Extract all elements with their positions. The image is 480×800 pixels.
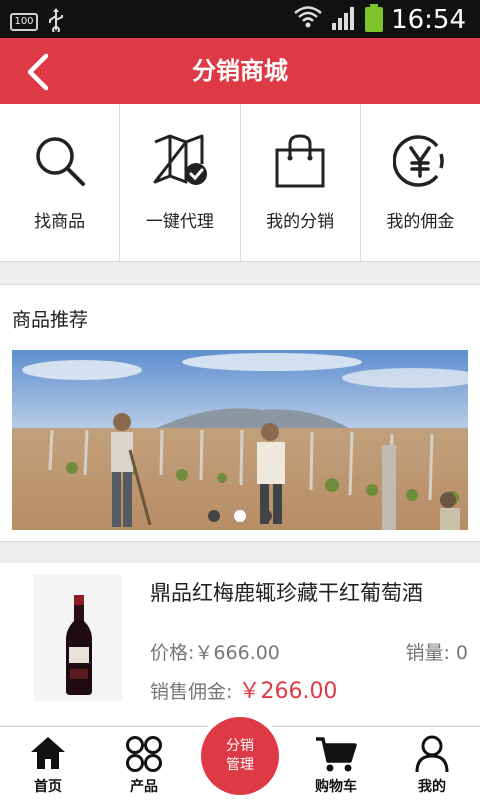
tab-label: 产品 bbox=[130, 779, 158, 795]
wine-bottle-image bbox=[34, 575, 122, 701]
battery-percent-icon: 100 bbox=[10, 13, 38, 31]
page-title: 分销商城 bbox=[192, 57, 288, 85]
product-price: 价格:￥666.00 bbox=[150, 642, 280, 664]
carousel-dot[interactable] bbox=[260, 510, 272, 522]
carousel-dots bbox=[12, 510, 468, 522]
quick-action-label: 我的佣金 bbox=[386, 212, 455, 232]
recommend-section: 商品推荐 bbox=[0, 284, 480, 542]
cart-icon bbox=[316, 737, 357, 772]
quick-action-label: 我的分销 bbox=[266, 212, 335, 232]
carousel-dot-active[interactable] bbox=[234, 510, 246, 522]
banner-carousel[interactable] bbox=[12, 350, 468, 530]
signal-icon bbox=[331, 5, 357, 35]
shopping-bag-icon bbox=[275, 134, 325, 188]
center-label-line1: 分销 bbox=[226, 738, 254, 754]
quick-action-one-click-agent[interactable]: 一键代理 bbox=[120, 104, 241, 261]
quick-action-label: 一键代理 bbox=[145, 212, 214, 232]
status-bar: 100 16:54 bbox=[0, 0, 480, 38]
center-button-label: 分销 管理 bbox=[201, 717, 279, 795]
app-header: 分销商城 bbox=[0, 38, 480, 104]
map-check-icon bbox=[153, 134, 207, 185]
search-icon bbox=[35, 137, 85, 186]
product-commission: 销售佣金: ￥266.00 bbox=[150, 673, 337, 705]
tab-mine[interactable]: 我的 bbox=[384, 727, 480, 800]
grid-icon bbox=[126, 736, 162, 772]
yen-icon bbox=[393, 135, 445, 187]
wifi-icon bbox=[293, 5, 323, 35]
tab-label: 购物车 bbox=[315, 779, 357, 795]
quick-action-find-product[interactable]: 找商品 bbox=[0, 104, 121, 261]
section-title: 商品推荐 bbox=[12, 309, 89, 331]
tab-home[interactable]: 首页 bbox=[0, 727, 96, 800]
clock: 16:54 bbox=[391, 5, 466, 35]
center-label-line2: 管理 bbox=[226, 757, 254, 773]
product-sales: 销量: 0 bbox=[405, 642, 468, 664]
product-card[interactable]: 鼎品红梅鹿辄珍藏干红葡萄酒 价格:￥666.00 销量: 0 销售佣金: ￥26… bbox=[0, 563, 480, 725]
tab-label: 首页 bbox=[34, 779, 62, 795]
distribution-management-button[interactable]: 分销 管理 bbox=[196, 712, 284, 800]
commission-label: 销售佣金: bbox=[150, 681, 239, 703]
quick-action-my-distribution[interactable]: 我的分销 bbox=[241, 104, 361, 261]
home-icon bbox=[31, 737, 65, 769]
user-icon bbox=[415, 735, 449, 773]
usb-icon bbox=[48, 8, 64, 36]
banner-image bbox=[12, 350, 468, 530]
quick-action-label: 找商品 bbox=[34, 212, 86, 232]
tab-cart[interactable]: 购物车 bbox=[288, 727, 384, 800]
battery-icon bbox=[365, 4, 384, 36]
commission-value: ￥266.00 bbox=[238, 679, 338, 704]
quick-action-my-commission[interactable]: 我的佣金 bbox=[361, 104, 480, 261]
product-image bbox=[34, 575, 122, 701]
tab-label: 我的 bbox=[418, 779, 446, 795]
tab-products[interactable]: 产品 bbox=[96, 727, 192, 800]
quick-actions: 找商品 一键代理 我的分销 我的佣金 bbox=[0, 104, 480, 262]
product-name: 鼎品红梅鹿辄珍藏干红葡萄酒 bbox=[150, 581, 423, 605]
carousel-dot[interactable] bbox=[208, 510, 220, 522]
